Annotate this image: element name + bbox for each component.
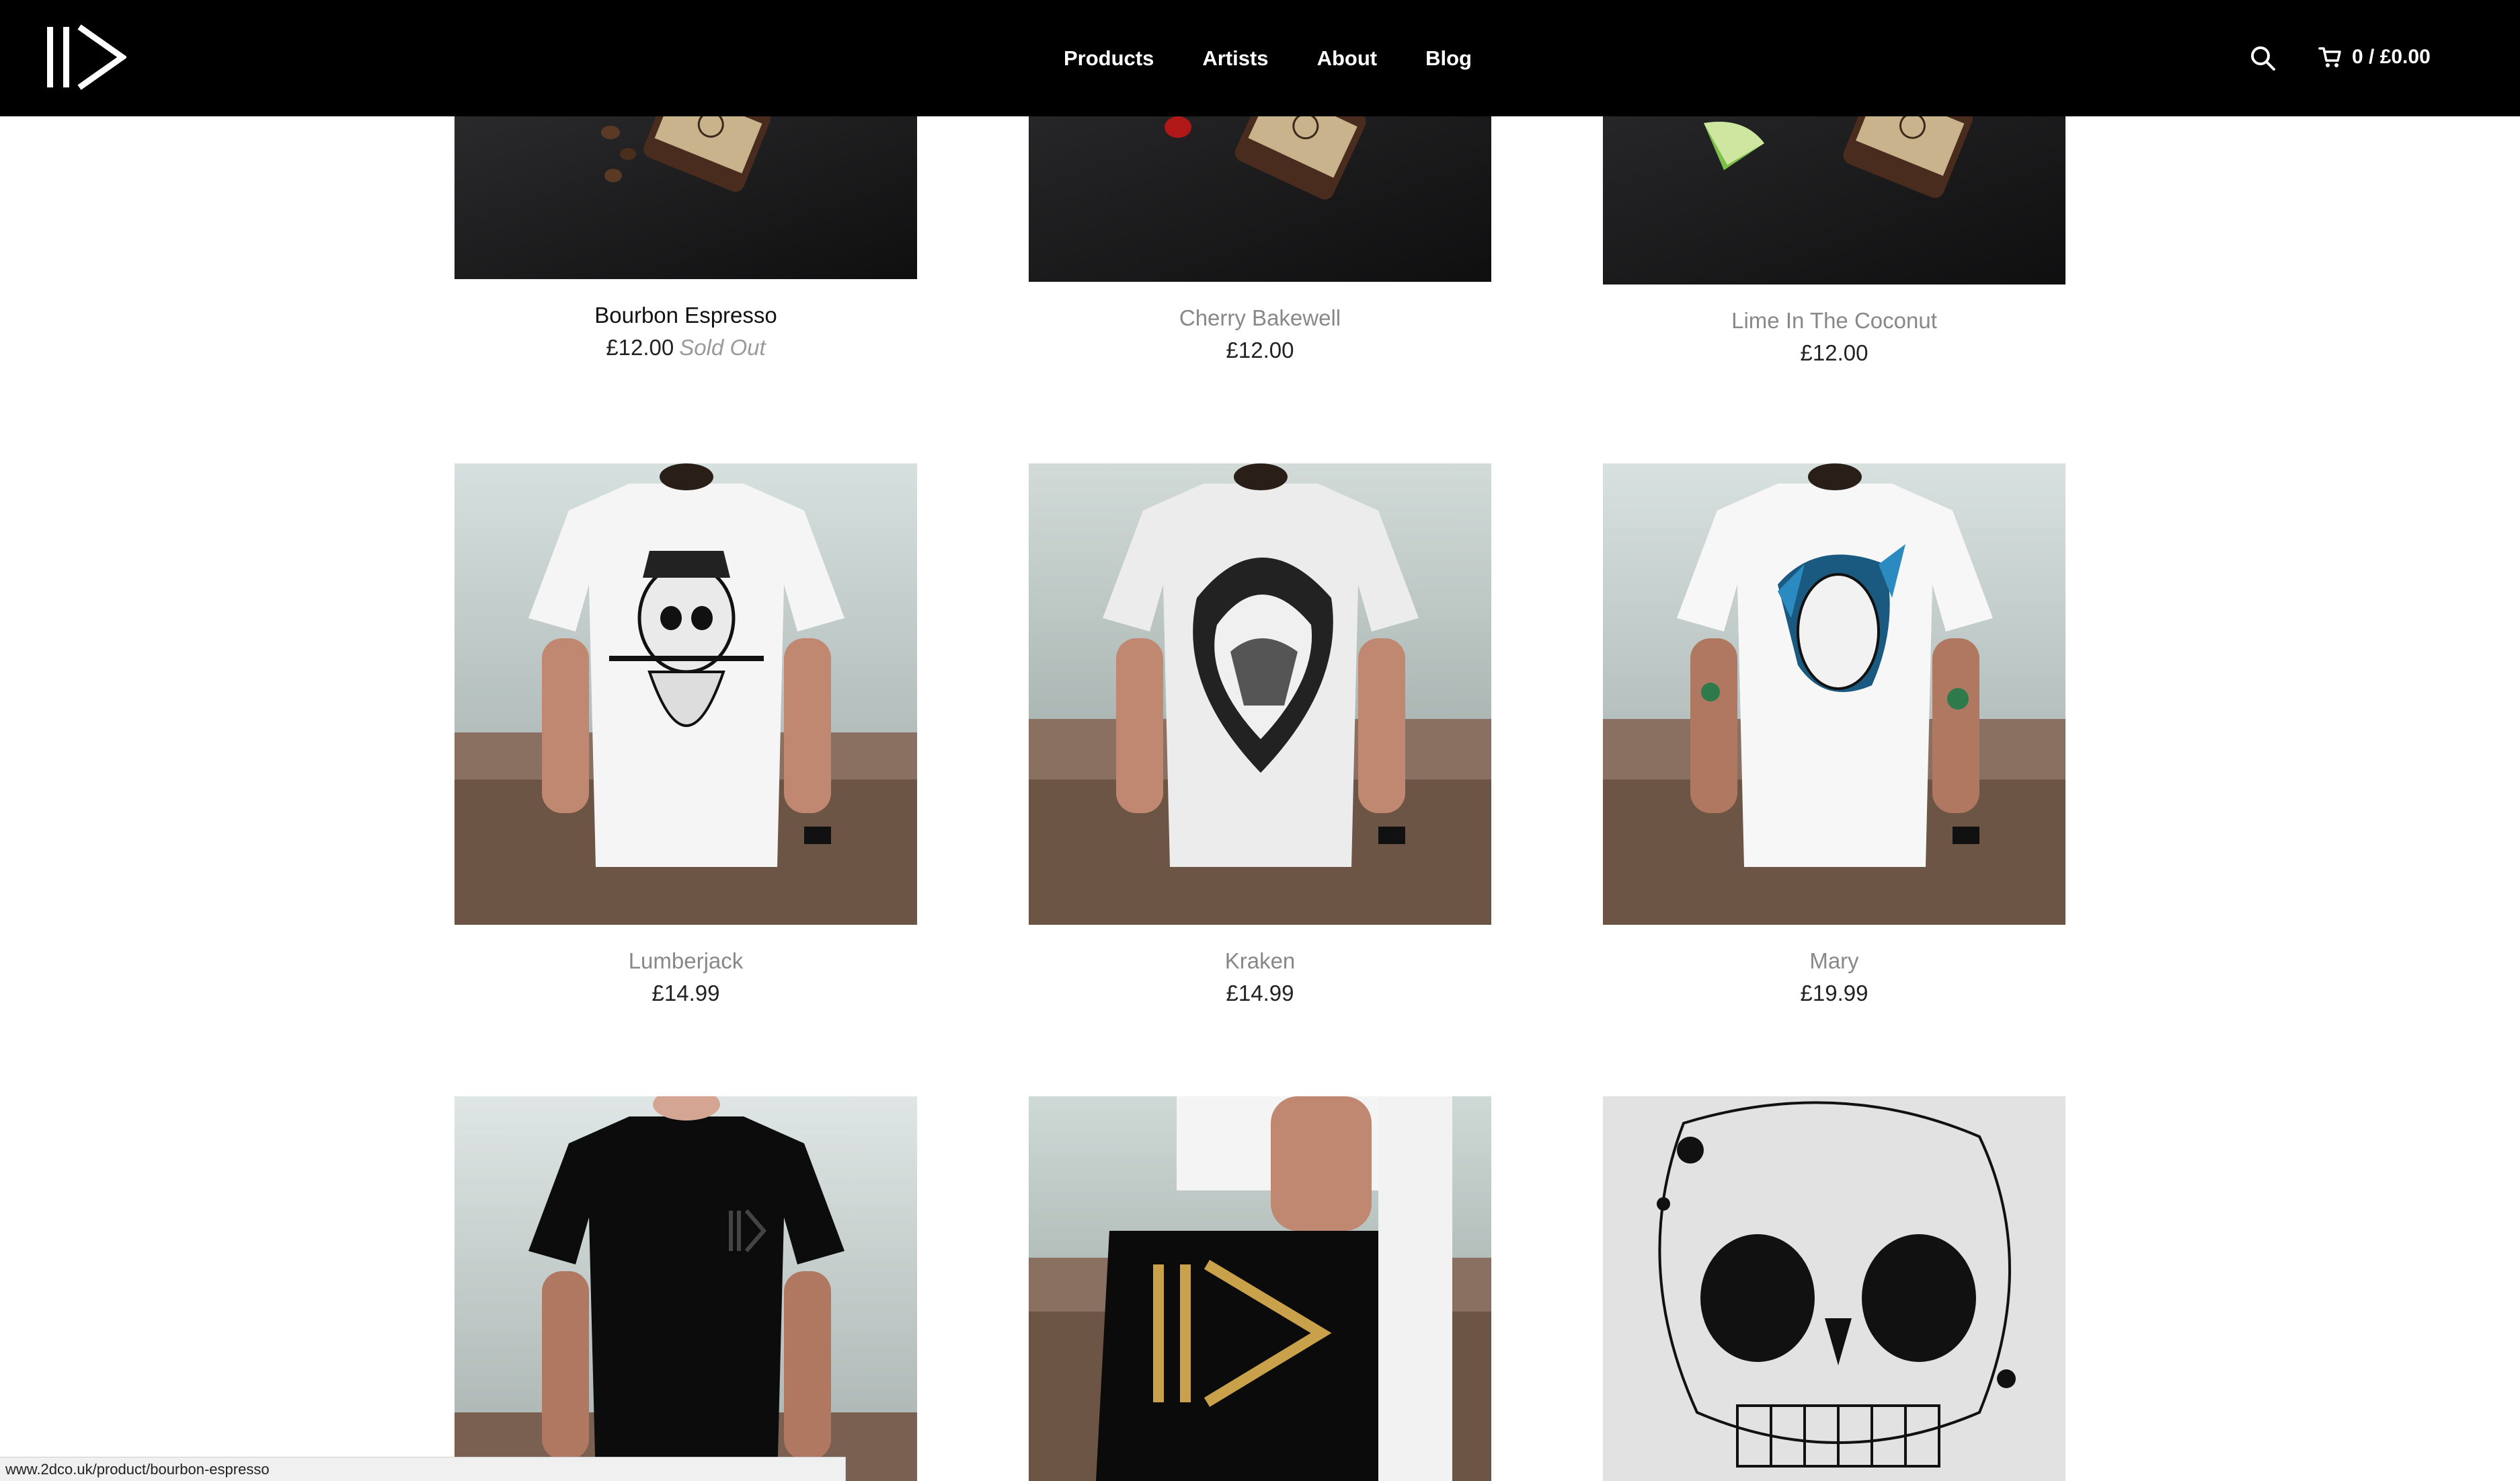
product-image[interactable] — [1603, 1096, 2065, 1481]
product-image[interactable] — [1603, 463, 2065, 925]
product-card[interactable]: Lumberjack £14.99 — [455, 463, 917, 1015]
nav-products[interactable]: Products — [1064, 46, 1154, 71]
product-card[interactable] — [1029, 1096, 1491, 1481]
product-price: £12.00 — [1226, 338, 1294, 363]
product-image[interactable] — [455, 1096, 917, 1481]
product-card[interactable]: Cherry Bakewell £12.00 — [1029, 116, 1491, 385]
product-title[interactable]: Lime In The Coconut — [1603, 308, 2065, 334]
nav-blog[interactable]: Blog — [1425, 46, 1472, 71]
cart-icon — [2318, 47, 2341, 67]
product-price: £14.99 — [652, 981, 720, 1005]
product-card[interactable] — [455, 1096, 917, 1481]
product-image[interactable] — [1603, 116, 2065, 284]
product-card[interactable]: Lime In The Coconut £12.00 — [1603, 116, 2065, 385]
site-header: Products Artists About Blog 0 / £0.00 — [0, 0, 2520, 116]
product-card[interactable]: Bourbon Espresso £12.00 Sold Out — [455, 116, 917, 385]
cart-total: 0 / £0.00 — [2352, 46, 2431, 68]
cart-button[interactable]: 0 / £0.00 — [2318, 42, 2431, 73]
product-price: £12.00 — [1800, 340, 1868, 365]
product-title[interactable]: Lumberjack — [455, 948, 917, 974]
product-title[interactable]: Bourbon Espresso — [455, 303, 917, 328]
product-image[interactable] — [1029, 116, 1491, 282]
product-card[interactable]: Kraken £14.99 — [1029, 463, 1491, 1015]
price-value: £12.00 — [606, 335, 674, 360]
product-price: £12.00 Sold Out — [455, 335, 917, 360]
product-title[interactable]: Mary — [1603, 948, 2065, 974]
sold-out-badge: Sold Out — [679, 335, 766, 360]
product-image[interactable] — [1029, 463, 1491, 925]
nav-about[interactable]: About — [1317, 46, 1378, 71]
product-price: £19.99 — [1800, 981, 1868, 1005]
2dco-logo[interactable] — [47, 24, 126, 90]
product-image[interactable] — [455, 116, 917, 279]
product-card[interactable]: Mary £19.99 — [1603, 463, 2065, 1015]
product-price: £14.99 — [1226, 981, 1294, 1005]
nav-artists[interactable]: Artists — [1202, 46, 1268, 71]
product-card[interactable] — [1603, 1096, 2065, 1481]
search-icon[interactable] — [2249, 44, 2276, 71]
main-nav: Products Artists About Blog — [1064, 0, 1472, 116]
product-image[interactable] — [1029, 1096, 1491, 1481]
product-title[interactable]: Cherry Bakewell — [1029, 305, 1491, 331]
product-image[interactable] — [455, 463, 917, 925]
product-title[interactable]: Kraken — [1029, 948, 1491, 974]
link-status-bar: www.2dco.uk/product/bourbon-espresso — [0, 1457, 846, 1481]
